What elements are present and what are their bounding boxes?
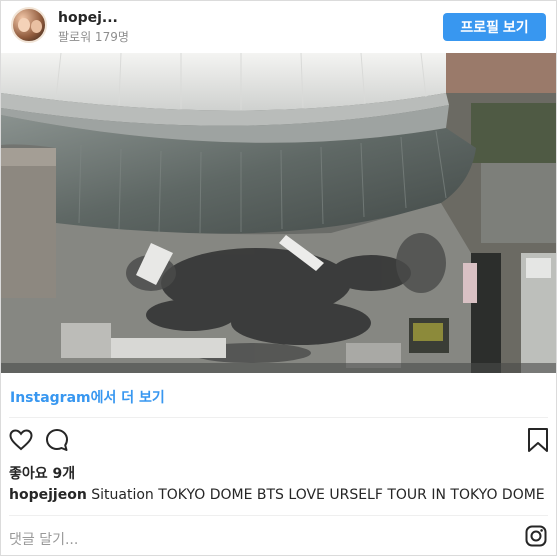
post-caption: hopejjeon Situation TOKYO DOME BTS LOVE … <box>9 487 545 503</box>
caption-username[interactable]: hopejjeon <box>9 487 87 503</box>
instagram-icon[interactable] <box>525 525 547 547</box>
comment-input[interactable]: 댓글 달기... <box>9 529 78 549</box>
like-count[interactable]: 좋아요 9개 <box>9 463 75 483</box>
divider <box>9 417 548 418</box>
post-photo[interactable] <box>1 53 556 373</box>
tokyo-dome-photo <box>1 53 556 373</box>
comment-icon[interactable] <box>44 427 70 453</box>
post-actions <box>1 425 556 457</box>
instagram-embed: hopej... 팔로워 179명 프로필 보기 Instagram에서 더 보… <box>0 0 557 556</box>
heart-icon[interactable] <box>8 427 34 453</box>
post-header: hopej... 팔로워 179명 프로필 보기 <box>1 1 556 53</box>
divider <box>9 515 548 516</box>
follower-count: 팔로워 179명 <box>58 30 129 44</box>
view-profile-button[interactable]: 프로필 보기 <box>443 13 546 41</box>
view-more-link[interactable]: Instagram에서 더 보기 <box>10 387 165 407</box>
username[interactable]: hopej... <box>58 10 118 26</box>
bookmark-icon[interactable] <box>527 427 549 453</box>
avatar[interactable] <box>11 7 47 43</box>
caption-text: Situation TOKYO DOME BTS LOVE URSELF TOU… <box>86 487 545 503</box>
